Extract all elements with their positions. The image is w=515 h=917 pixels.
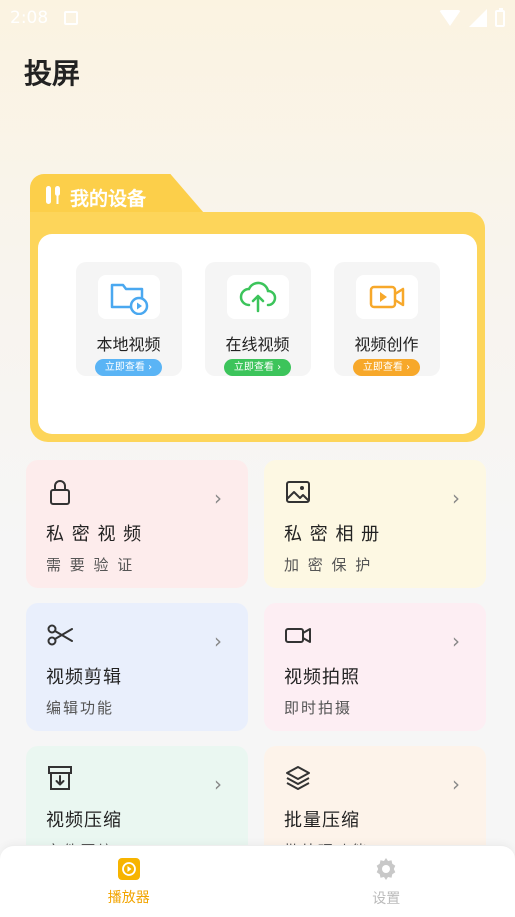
nav-label: 设置	[372, 890, 401, 907]
nav-label: 播放器	[107, 889, 150, 906]
notification-icon	[64, 11, 79, 25]
nav-tab-player[interactable]: 播放器	[79, 857, 179, 907]
device-list: 本地视频 立即查看 › 在线视频 立即查看 › 视频创作 立即查看 ›	[38, 234, 477, 434]
chevron-right-icon: ›	[214, 486, 222, 510]
my-devices-title: 我的设备	[70, 187, 147, 210]
feature-private-video[interactable]: 私 密 视 频 需 要 验 证 ›	[26, 460, 248, 588]
signal-icon	[469, 9, 487, 27]
video-camera-icon	[285, 628, 311, 643]
feature-title: 批量压缩	[284, 810, 360, 831]
folder-video-icon	[97, 275, 160, 319]
feature-private-album[interactable]: 私 密 相 册 加 密 保 护 ›	[264, 460, 486, 588]
archive-icon	[48, 766, 72, 790]
player-icon	[117, 857, 140, 880]
view-now-button[interactable]: 立即查看 ›	[352, 359, 421, 376]
feature-title: 私 密 相 册	[284, 524, 381, 545]
feature-subtitle: 加 密 保 护	[284, 556, 373, 574]
chevron-right-icon: ›	[452, 772, 460, 796]
device-item-label: 在线视频	[225, 335, 290, 354]
my-devices-card: 本地视频 立即查看 › 在线视频 立即查看 › 视频创作 立即查看 ›	[30, 212, 485, 442]
feature-title: 视频拍照	[284, 667, 360, 688]
feature-title: 视频剪辑	[46, 667, 122, 688]
device-icon	[44, 185, 62, 210]
chevron-right-icon: ›	[214, 772, 222, 796]
nav-tab-settings[interactable]: 设置	[336, 856, 436, 908]
device-item-local-video[interactable]: 本地视频 立即查看 ›	[75, 262, 182, 376]
view-now-button[interactable]: 立即查看 ›	[94, 359, 163, 376]
layers-icon	[286, 766, 310, 790]
device-item-video-creation[interactable]: 视频创作 立即查看 ›	[333, 262, 440, 376]
bottom-nav: 播放器 设置	[0, 845, 515, 917]
cloud-upload-icon	[226, 275, 289, 319]
chevron-right-icon: ›	[214, 629, 222, 653]
gear-icon	[376, 857, 396, 880]
feature-subtitle: 需 要 验 证	[46, 556, 135, 574]
status-bar: 2:08	[0, 0, 515, 36]
page-title: 投屏	[24, 57, 81, 90]
battery-icon	[495, 7, 505, 27]
feature-subtitle: 即时拍摄	[284, 699, 353, 717]
chevron-right-icon: ›	[452, 486, 460, 510]
scissors-icon	[47, 624, 73, 646]
image-icon	[286, 481, 310, 503]
feature-title: 私 密 视 频	[46, 524, 143, 545]
feature-video-edit[interactable]: 视频剪辑 编辑功能 ›	[26, 603, 248, 731]
lock-icon	[50, 480, 70, 505]
feature-video-capture[interactable]: 视频拍照 即时拍摄 ›	[264, 603, 486, 731]
device-item-label: 本地视频	[96, 335, 161, 354]
chevron-right-icon: ›	[452, 629, 460, 653]
view-now-button[interactable]: 立即查看 ›	[223, 359, 292, 376]
feature-title: 视频压缩	[46, 810, 122, 831]
wifi-icon	[439, 10, 461, 26]
device-item-label: 视频创作	[354, 335, 419, 354]
status-time: 2:08	[10, 8, 49, 28]
video-create-icon	[355, 275, 418, 319]
feature-subtitle: 编辑功能	[46, 699, 115, 717]
device-item-online-video[interactable]: 在线视频 立即查看 ›	[204, 262, 311, 376]
